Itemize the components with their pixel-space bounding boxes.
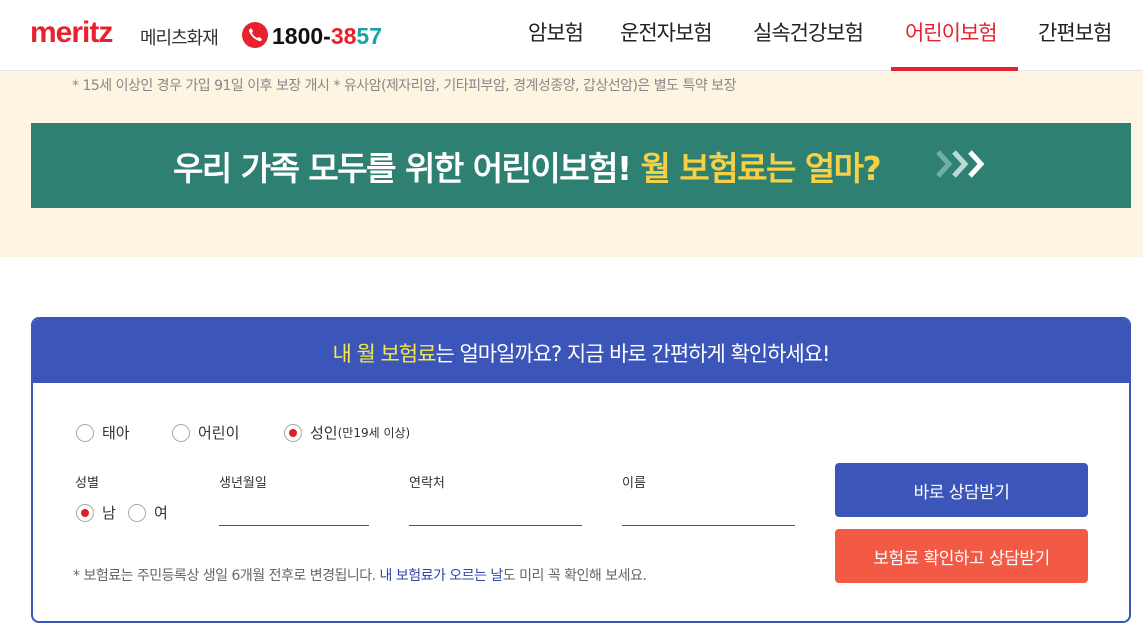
form-header: 내 월 보험료는 얼마일까요? 지금 바로 간편하게 확인하세요! [33, 319, 1129, 383]
coverage-notice: * 15세 이상인 경우 가입 91일 이후 보장 개시 * 유사암(제자리암,… [72, 78, 736, 94]
radio-circle-selected [76, 503, 94, 522]
triple-chevron-icon [936, 150, 985, 178]
phone-number[interactable]: 1800-3857 [272, 23, 382, 50]
premium-check-form: 내 월 보험료는 얼마일까요? 지금 바로 간편하게 확인하세요! 태아 어린이… [31, 317, 1131, 623]
name-input[interactable] [622, 496, 795, 526]
site-header: meritz 메리츠화재 1800-3857 암보험 운전자보험 실속건강보험 … [0, 0, 1143, 71]
check-premium-consult-button[interactable]: 보험료 확인하고 상담받기 [835, 529, 1088, 583]
form-title: 내 월 보험료는 얼마일까요? 지금 바로 간편하게 확인하세요! [332, 342, 831, 366]
contact-label: 연락처 [409, 476, 445, 491]
premium-footnote: * 보험료는 주민등록상 생일 6개월 전후로 변경됩니다. 내 보험료가 오르… [73, 568, 647, 584]
premium-banner[interactable]: 우리 가족 모두를 위한 어린이보험! 월 보험료는 얼마? [31, 123, 1131, 208]
radio-male[interactable]: 남 [76, 502, 116, 523]
consult-now-button[interactable]: 바로 상담받기 [835, 463, 1088, 517]
nav-simple-insurance[interactable]: 간편보험 [1038, 17, 1112, 47]
name-label: 이름 [622, 476, 646, 491]
radio-circle [76, 423, 94, 442]
radio-child[interactable]: 어린이 [172, 422, 239, 443]
promo-section: * 15세 이상인 경우 가입 91일 이후 보장 개시 * 유사암(제자리암,… [0, 71, 1143, 257]
birthdate-label: 생년월일 [219, 476, 267, 491]
radio-fetus[interactable]: 태아 [76, 422, 130, 443]
nav-health-insurance[interactable]: 실속건강보험 [753, 17, 864, 47]
radio-circle [172, 423, 190, 442]
radio-circle [128, 503, 146, 522]
nav-child-insurance[interactable]: 어린이보험 [905, 17, 998, 47]
radio-female[interactable]: 여 [128, 502, 168, 523]
birthdate-input[interactable] [219, 496, 369, 526]
banner-text: 우리 가족 모두를 위한 어린이보험! 월 보험료는 얼마? [173, 149, 882, 188]
nav-driver-insurance[interactable]: 운전자보험 [620, 17, 713, 47]
radio-adult[interactable]: 성인 (만19세 이상) [284, 422, 410, 443]
premium-increase-link[interactable]: 내 보험료가 오르는 날 [380, 568, 504, 584]
phone-icon [242, 22, 268, 48]
nav-cancer-insurance[interactable]: 암보험 [528, 17, 584, 47]
meritz-logo[interactable]: meritz [30, 18, 113, 48]
gender-label: 성별 [75, 476, 99, 491]
radio-circle-selected [284, 423, 302, 442]
contact-input[interactable] [409, 496, 582, 526]
logo-korean-name: 메리츠화재 [140, 28, 219, 49]
